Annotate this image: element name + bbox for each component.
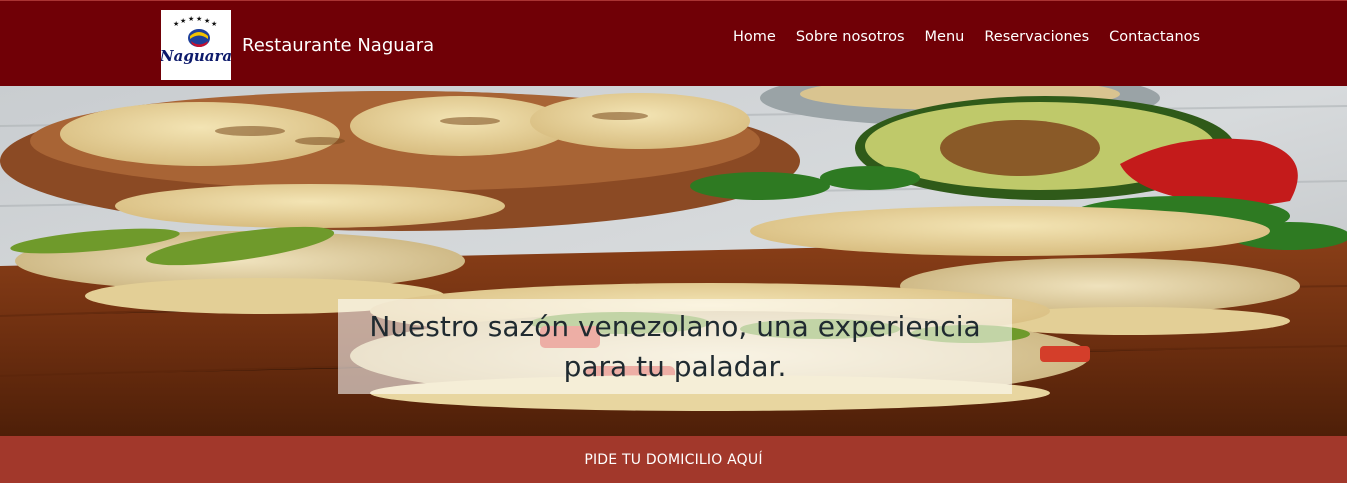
svg-text:★: ★ xyxy=(188,15,194,23)
nav-link-reservaciones[interactable]: Reservaciones xyxy=(974,26,1099,48)
brand-name[interactable]: Restaurante Naguara xyxy=(242,34,434,58)
svg-text:★: ★ xyxy=(204,17,210,25)
order-delivery-label: PIDE TU DOMICILIO AQUÍ xyxy=(584,451,763,468)
navbar: ★ ★ ★ ★ ★ ★ Naguara Restaurante Naguara … xyxy=(0,0,1347,86)
order-delivery-button[interactable]: PIDE TU DOMICILIO AQUÍ xyxy=(0,436,1347,483)
nav-link-sobre-nosotros[interactable]: Sobre nosotros xyxy=(786,26,915,48)
hero-banner: Nuestro sazón venezolano, una experienci… xyxy=(0,86,1347,436)
svg-text:★: ★ xyxy=(180,17,186,25)
main-nav: Home Sobre nosotros Menu Reservaciones C… xyxy=(723,26,1210,48)
svg-text:★: ★ xyxy=(173,20,179,28)
nav-link-contactanos[interactable]: Contactanos xyxy=(1099,26,1210,48)
hero-title: Nuestro sazón venezolano, una experienci… xyxy=(369,309,981,383)
nav-link-home[interactable]: Home xyxy=(723,26,786,48)
svg-text:★: ★ xyxy=(211,20,217,28)
hero-caption-box: Nuestro sazón venezolano, una experienci… xyxy=(338,299,1012,394)
svg-text:Naguara: Naguara xyxy=(161,47,231,65)
nav-link-menu[interactable]: Menu xyxy=(915,26,975,48)
brand-logo[interactable]: ★ ★ ★ ★ ★ ★ Naguara xyxy=(161,10,231,80)
svg-text:★: ★ xyxy=(196,15,202,23)
naguara-logo-icon: ★ ★ ★ ★ ★ ★ Naguara xyxy=(161,10,231,80)
